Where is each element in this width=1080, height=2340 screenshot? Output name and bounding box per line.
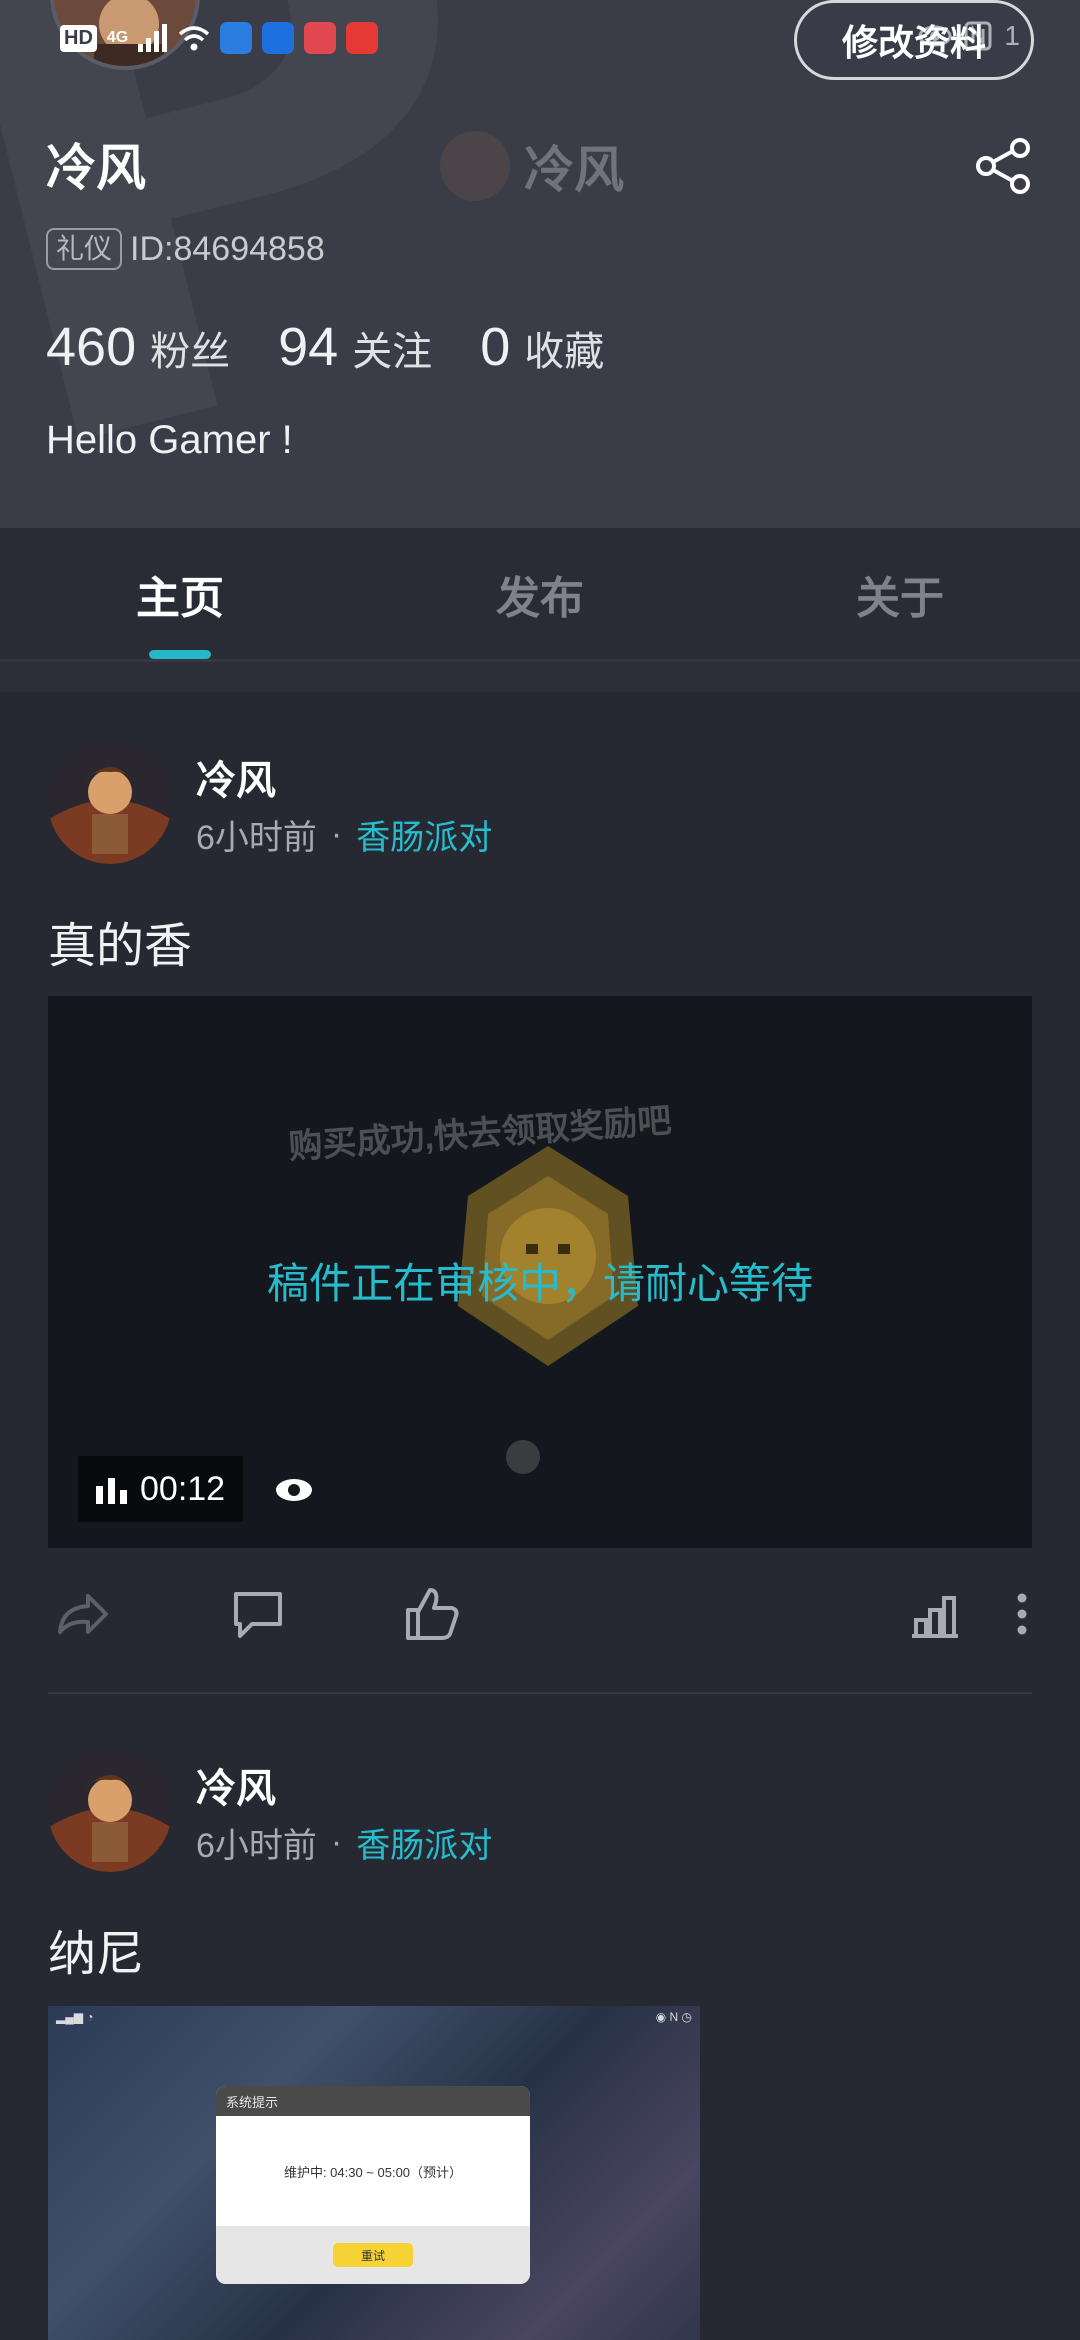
- eye-icon: [276, 1479, 312, 1501]
- separator-dot: ·: [330, 815, 343, 853]
- video-player[interactable]: 购买成功,快去领取奖励吧 稿件正在审核中，请耐心等待 00:12: [48, 996, 1032, 1548]
- separator-dot: ·: [330, 1823, 343, 1861]
- followers-label: 粉丝: [150, 330, 231, 374]
- profile-bio: Hello Gamer !: [46, 418, 293, 462]
- image-status-bar: ▂▄▆ ◔ ◉ N ◷: [48, 2006, 700, 2032]
- app-notification-icon: [220, 22, 253, 54]
- dialog-title: 系统提示: [216, 2086, 530, 2116]
- collapsed-header-title: 冷风: [440, 130, 624, 202]
- favorites-stat[interactable]: 0 收藏: [480, 316, 604, 378]
- section-spacer: [0, 662, 1080, 692]
- image-dialog: 系统提示 维护中: 04:30 ~ 05:00（预计） 重试: [216, 2086, 530, 2284]
- profile-name: 冷风: [46, 140, 146, 196]
- network-indicator: 4G: [106, 29, 129, 46]
- huawei-app-icon: [346, 22, 379, 54]
- image-status-icons: ◉ N ◷: [655, 2010, 692, 2024]
- post-meta: 6小时前 · 香肠派对: [196, 1818, 492, 1867]
- image-signal-icon: ▂▄▆ ◔: [56, 2010, 94, 2024]
- profile-tabs: 主页 发布 关于: [0, 528, 1080, 662]
- like-icon[interactable]: [402, 1584, 462, 1644]
- share-icon[interactable]: [974, 136, 1034, 196]
- post-author[interactable]: 冷风: [196, 1756, 276, 1814]
- post-actions: [0, 1560, 1080, 1660]
- collapsed-name: 冷风: [524, 142, 624, 198]
- edit-profile-button[interactable]: 修改资料: [794, 0, 1034, 80]
- post-divider: [48, 1692, 1032, 1694]
- avatar[interactable]: [48, 740, 172, 864]
- avatar[interactable]: [48, 1748, 172, 1872]
- signal-icon: [138, 24, 168, 52]
- post-text: 纳尼: [48, 1928, 145, 1981]
- following-count: 94: [278, 317, 339, 377]
- role-badge: 礼仪: [46, 228, 123, 270]
- tab-home[interactable]: 主页: [0, 528, 360, 659]
- stats-bars-icon: [96, 1478, 127, 1504]
- following-stat[interactable]: 94 关注: [278, 316, 432, 378]
- following-label: 关注: [352, 330, 433, 374]
- favorites-label: 收藏: [524, 330, 605, 374]
- post-image[interactable]: ▂▄▆ ◔ ◉ N ◷ 系统提示 维护中: 04:30 ~ 05:00（预计） …: [48, 2006, 700, 2340]
- dialog-footer: 重试: [216, 2226, 530, 2284]
- post-author[interactable]: 冷风: [196, 748, 276, 806]
- tab-about[interactable]: 关于: [720, 528, 1080, 659]
- video-duration: 00:12: [140, 1469, 226, 1508]
- hd-indicator: HD: [60, 24, 97, 52]
- post-time: 6小时前: [196, 819, 317, 857]
- comment-icon[interactable]: [228, 1584, 288, 1644]
- post-topic-link[interactable]: 香肠派对: [356, 810, 492, 859]
- post-time: 6小时前: [196, 1827, 317, 1865]
- followers-stat[interactable]: 460 粉丝: [46, 316, 230, 378]
- avatar: [440, 131, 510, 201]
- video-dot: [506, 1440, 540, 1474]
- review-status-message: 稿件正在审核中，请耐心等待: [266, 1260, 813, 1307]
- more-icon[interactable]: [992, 1584, 1052, 1644]
- wifi-icon: [179, 26, 210, 51]
- dialog-retry-button: 重试: [333, 2243, 413, 2267]
- post-text: 真的香: [48, 920, 193, 973]
- analytics-icon[interactable]: [904, 1584, 964, 1644]
- profile-stats: 460 粉丝 94 关注 0 收藏: [46, 316, 604, 378]
- post-topic-link[interactable]: 香肠派对: [356, 1818, 492, 1867]
- tab-posts[interactable]: 发布: [360, 528, 720, 659]
- user-id-row: 礼仪 ID:84694858: [46, 228, 325, 270]
- dialog-message: 维护中: 04:30 ~ 05:00（预计）: [283, 2164, 463, 2180]
- book-app-icon: [304, 22, 337, 54]
- profile-header: P HD 4G 1 修改资料 冷风 冷风 礼仪 ID:84694858 460 …: [0, 0, 1080, 528]
- followers-count: 460: [46, 317, 137, 377]
- user-id: ID:84694858: [130, 229, 325, 268]
- bulb-app-icon: [262, 22, 295, 54]
- video-duration-badge: 00:12: [78, 1456, 244, 1522]
- favorites-count: 0: [480, 317, 511, 377]
- post-meta: 6小时前 · 香肠派对: [196, 810, 492, 859]
- share-forward-icon[interactable]: [52, 1584, 112, 1644]
